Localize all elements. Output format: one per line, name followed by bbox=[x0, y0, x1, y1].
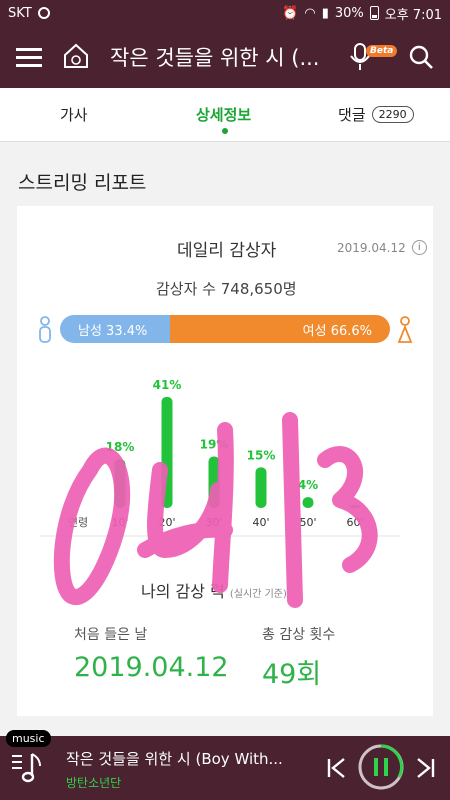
pause-icon[interactable] bbox=[356, 742, 406, 792]
age-tick-label: 50' bbox=[299, 516, 316, 529]
tab-comments[interactable]: 댓글 2290 bbox=[338, 104, 414, 125]
info-icon[interactable]: i bbox=[411, 240, 427, 255]
age-tick-label: 30' bbox=[205, 516, 222, 529]
male-label: 남성 33.4% bbox=[78, 323, 148, 339]
age-tick-label: 40' bbox=[252, 516, 269, 529]
status-bar: SKT ⏰ ◠ ▮ 30% 오후 7:01 bbox=[0, 0, 450, 26]
first-listened-value: 2019.04.12 bbox=[74, 652, 229, 683]
beta-badge: Beta bbox=[366, 45, 398, 57]
tab-label: 가사 bbox=[60, 106, 88, 124]
age-tick-label: 10' bbox=[111, 516, 128, 529]
listener-count: 감상자 수 748,650명 bbox=[156, 280, 297, 298]
first-listened-label: 처음 들은 날 bbox=[74, 627, 148, 643]
male-segment: 남성 33.4% bbox=[60, 315, 171, 343]
my-listening-title-suffix: 력 bbox=[210, 582, 225, 601]
tab-label: 댓글 bbox=[338, 106, 366, 124]
age-bar bbox=[114, 459, 126, 508]
music-tag: music bbox=[6, 730, 51, 747]
tab-details[interactable]: 상세정보 bbox=[196, 104, 251, 125]
female-icon bbox=[397, 316, 413, 343]
age-bar bbox=[255, 467, 267, 508]
notification-icon bbox=[37, 7, 50, 19]
music-note-icon[interactable] bbox=[10, 750, 46, 786]
play-count-value: 49회 bbox=[262, 659, 322, 690]
age-bar bbox=[208, 456, 220, 508]
carrier-label: SKT bbox=[8, 5, 32, 21]
previous-icon[interactable] bbox=[326, 756, 348, 780]
battery-percent: 30% bbox=[334, 5, 364, 21]
report-date: 2019.04.12 i bbox=[337, 240, 427, 255]
page-title: 작은 것들을 위한 시 (... bbox=[110, 46, 320, 70]
battery-icon bbox=[369, 6, 379, 20]
age-bar bbox=[349, 505, 361, 508]
x-axis-label: 연령 bbox=[68, 516, 88, 529]
female-segment: 여성 66.6% bbox=[170, 315, 390, 343]
male-icon bbox=[39, 316, 51, 343]
clock: 오후 7:01 bbox=[384, 7, 442, 23]
my-listening-title-text: 나의 감상 bbox=[141, 582, 205, 601]
app-header: 작은 것들을 위한 시 (... bbox=[0, 26, 450, 88]
age-chart-svg: 연령 18% 10' 41% 20' 19% 30' 15% 40' 4% 50' 60' bbox=[40, 378, 400, 537]
age-value-label: 41% bbox=[153, 378, 182, 392]
age-distribution-chart: 연령 18% 10' 41% 20' 19% 30' 15% 40' 4% 50' 60' bbox=[40, 360, 400, 550]
comment-count-badge: 2290 bbox=[371, 106, 414, 123]
next-icon[interactable] bbox=[414, 756, 436, 780]
song-title[interactable]: 작은 것들을 위한 시 (Boy With... bbox=[66, 748, 306, 769]
home-icon[interactable] bbox=[62, 42, 90, 70]
my-listening-title: 나의 감상 력 (실시간 기준) bbox=[141, 578, 287, 602]
tab-bar: 가사 상세정보 댓글 2290 bbox=[0, 88, 450, 142]
signal-icon: ▮ bbox=[321, 5, 329, 21]
my-listening-subtitle: (실시간 기준) bbox=[229, 589, 287, 600]
mini-player[interactable]: 작은 것들을 위한 시 (Boy With... 방탄소년단 bbox=[0, 736, 450, 800]
age-tick-label: 20' bbox=[158, 516, 175, 529]
search-icon[interactable] bbox=[408, 44, 434, 70]
wifi-icon: ◠ bbox=[304, 5, 316, 21]
age-value-label: 4% bbox=[298, 478, 318, 492]
daily-listeners-title: 데일리 감상자 bbox=[177, 241, 277, 261]
alarm-icon: ⏰ bbox=[282, 5, 299, 21]
age-value-label: 15% bbox=[247, 448, 276, 462]
tab-lyrics[interactable]: 가사 bbox=[60, 104, 88, 125]
menu-icon[interactable] bbox=[16, 44, 42, 70]
gender-ratio-bar: 남성 33.4% 여성 66.6% bbox=[60, 315, 390, 343]
age-tick-label: 60' bbox=[346, 516, 363, 529]
artist-name[interactable]: 방탄소년단 bbox=[66, 774, 121, 791]
active-tab-indicator bbox=[222, 128, 228, 134]
tab-label: 상세정보 bbox=[196, 106, 252, 124]
age-value-label: 19% bbox=[200, 437, 229, 451]
female-label: 여성 66.6% bbox=[302, 323, 372, 339]
age-value-label: 18% bbox=[106, 440, 135, 454]
date-text: 2019.04.12 bbox=[337, 240, 406, 255]
age-bar bbox=[302, 497, 314, 508]
play-count-label: 총 감상 횟수 bbox=[262, 627, 336, 643]
section-title: 스트리밍 리포트 bbox=[18, 172, 147, 194]
age-bar bbox=[161, 396, 173, 508]
